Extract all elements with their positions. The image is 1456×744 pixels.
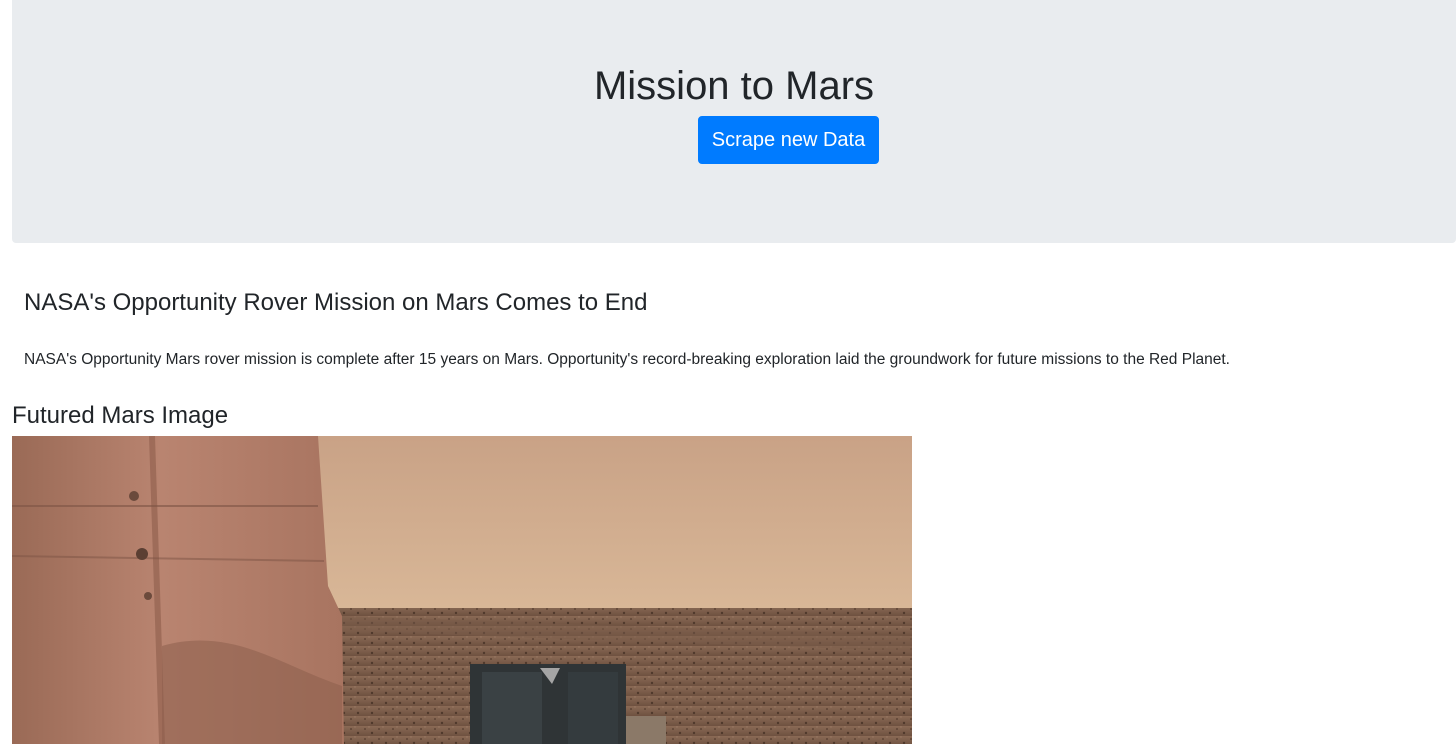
featured-mars-image [12,436,912,744]
page-title: Mission to Mars [593,64,875,108]
featured-image-heading: Futured Mars Image [12,402,229,429]
scrape-new-data-button[interactable]: Scrape new Data [698,116,879,164]
jumbotron-header: Mission to Mars Scrape new Data [12,0,1456,243]
news-teaser: NASA's Opportunity Mars rover mission is… [24,351,1230,368]
news-title: NASA's Opportunity Rover Mission on Mars… [24,289,648,316]
